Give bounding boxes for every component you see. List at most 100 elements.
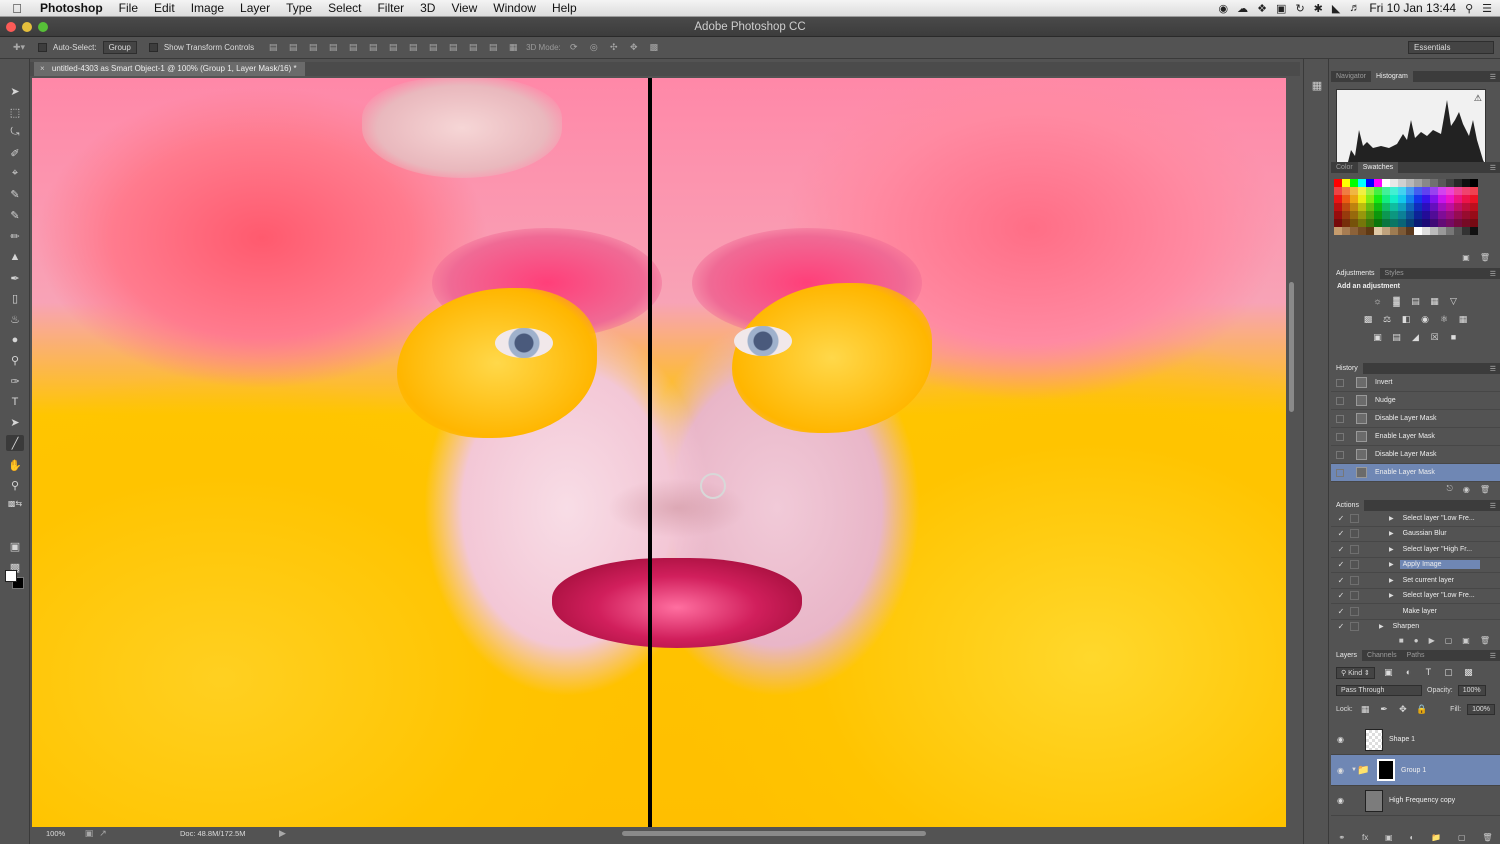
color-swatch[interactable] <box>1374 203 1382 211</box>
check-icon[interactable]: ✓ <box>1335 576 1347 585</box>
color-swatch[interactable] <box>1342 179 1350 187</box>
new-set-icon[interactable]: ▢ <box>1445 636 1453 645</box>
spotlight-search-icon[interactable]: ⚲ <box>1465 2 1473 15</box>
delete-layer-icon[interactable]: 🗑 <box>1482 833 1492 842</box>
color-swatch[interactable] <box>1470 203 1478 211</box>
action-item[interactable]: ✓▶Make layer <box>1331 604 1500 620</box>
color-swatch[interactable] <box>1358 211 1366 219</box>
panel-menu-icon[interactable]: ☰ <box>1490 652 1500 660</box>
tab-adjustments[interactable]: Adjustments <box>1331 268 1380 279</box>
hand-tool-icon[interactable]: ✋ <box>6 457 24 473</box>
pen-tool-icon[interactable]: ✑ <box>6 373 24 389</box>
color-swatch[interactable] <box>1390 227 1398 235</box>
color-swatch[interactable] <box>1462 227 1470 235</box>
check-icon[interactable]: ✓ <box>1335 591 1347 600</box>
minimize-window-button[interactable] <box>22 22 32 32</box>
color-swatch[interactable] <box>1334 203 1342 211</box>
expand-icon[interactable]: ▶ <box>1389 561 1394 568</box>
foreground-color-swatch[interactable] <box>5 570 17 582</box>
check-icon[interactable]: ✓ <box>1335 622 1347 631</box>
color-swatch[interactable] <box>1406 195 1414 203</box>
status-cloud-icon[interactable]: ☁ <box>1237 2 1248 15</box>
color-swatch[interactable] <box>1454 203 1462 211</box>
tab-paths[interactable]: Paths <box>1402 650 1430 661</box>
status-share-icon[interactable]: ↗ <box>96 828 110 840</box>
color-swatch[interactable] <box>1342 211 1350 219</box>
play-action-icon[interactable]: ▶ <box>1429 636 1435 645</box>
color-swatch[interactable] <box>1462 195 1470 203</box>
status-menu-arrow-icon[interactable]: ▶ <box>275 828 289 840</box>
history-item-selected[interactable]: Enable Layer Mask <box>1331 464 1500 482</box>
menu-help[interactable]: Help <box>544 1 585 15</box>
history-item[interactable]: Nudge <box>1331 392 1500 410</box>
panel-menu-icon[interactable]: ☰ <box>1490 270 1500 278</box>
color-swatch[interactable] <box>1366 227 1374 235</box>
color-swatch[interactable] <box>1334 187 1342 195</box>
properties-panel-icon[interactable]: ▦ <box>1309 79 1325 95</box>
color-swatch[interactable] <box>1390 195 1398 203</box>
lock-position-icon[interactable]: ✥ <box>1396 703 1409 716</box>
color-swatch[interactable] <box>1462 211 1470 219</box>
warning-icon[interactable]: ⚠ <box>1474 93 1482 104</box>
color-swatch[interactable] <box>1406 219 1414 227</box>
add-mask-icon[interactable]: ▣ <box>1385 833 1393 842</box>
filter-adjustment-icon[interactable]: ◐ <box>1402 666 1415 679</box>
color-swatch[interactable] <box>1350 219 1358 227</box>
color-swatch[interactable] <box>1430 187 1438 195</box>
color-swatch[interactable] <box>1438 187 1446 195</box>
menu-select[interactable]: Select <box>320 1 369 15</box>
channel-mixer-adjust-icon[interactable]: ⚛ <box>1438 313 1451 326</box>
default-colors-icon[interactable]: ▩⇆ <box>6 495 24 511</box>
color-swatch[interactable] <box>1398 179 1406 187</box>
notification-list-icon[interactable]: ☰ <box>1482 2 1492 15</box>
expand-icon[interactable]: ▶ <box>1389 546 1394 553</box>
line-tool-icon[interactable]: ╱ <box>6 435 24 451</box>
color-swatch[interactable] <box>1446 219 1454 227</box>
color-swatch[interactable] <box>1462 219 1470 227</box>
posterize-adjust-icon[interactable]: ▤ <box>1390 331 1403 344</box>
distribute-hcenter-icon[interactable]: ▤ <box>466 42 480 54</box>
color-swatch[interactable] <box>1398 203 1406 211</box>
color-swatch[interactable] <box>1382 211 1390 219</box>
action-item-selected[interactable]: ✓ ▶ Apply Image <box>1331 558 1500 573</box>
time-machine-icon[interactable]: ↻ <box>1295 2 1304 15</box>
auto-select-dropdown[interactable]: Group <box>102 41 137 54</box>
threshold-adjust-icon[interactable]: ◢ <box>1409 331 1422 344</box>
menu-app-photoshop[interactable]: Photoshop <box>34 1 111 15</box>
action-item[interactable]: ✓ ▶ Set current layer <box>1331 573 1500 589</box>
layer-row[interactable]: ◉ High Frequency copy <box>1331 786 1500 816</box>
quick-select-tool-icon[interactable]: ✐ <box>6 145 24 161</box>
color-swatch[interactable] <box>1446 203 1454 211</box>
color-swatch[interactable] <box>1414 219 1422 227</box>
new-group-icon[interactable]: 📁 <box>1431 833 1441 842</box>
color-swatch[interactable] <box>1390 211 1398 219</box>
tab-histogram[interactable]: Histogram <box>1370 71 1413 82</box>
check-icon[interactable]: ✓ <box>1335 529 1347 538</box>
menu-window[interactable]: Window <box>485 1 544 15</box>
color-swatch[interactable] <box>1358 219 1366 227</box>
color-swatch[interactable] <box>1350 227 1358 235</box>
color-swatch[interactable] <box>1374 211 1382 219</box>
color-swatch[interactable] <box>1382 219 1390 227</box>
color-swatch[interactable] <box>1374 219 1382 227</box>
color-swatch[interactable] <box>1470 187 1478 195</box>
tab-swatches[interactable]: Swatches <box>1357 162 1399 173</box>
color-swatch[interactable] <box>1422 211 1430 219</box>
document-canvas[interactable] <box>32 78 1286 827</box>
status-preview-icon[interactable]: ▣ <box>82 828 96 840</box>
tab-channels[interactable]: Channels <box>1362 650 1402 661</box>
color-swatch[interactable] <box>1358 195 1366 203</box>
delete-state-icon[interactable]: 🗑 <box>1480 485 1490 494</box>
close-window-button[interactable] <box>6 22 16 32</box>
check-icon[interactable]: ✓ <box>1335 545 1347 554</box>
document-tab[interactable]: × untitled-4303 as Smart Object-1 @ 100%… <box>34 62 305 76</box>
color-swatch[interactable] <box>1414 187 1422 195</box>
color-swatch[interactable] <box>1454 227 1462 235</box>
color-swatch[interactable] <box>1366 179 1374 187</box>
history-item[interactable]: Invert <box>1331 374 1500 392</box>
layer-row-selected[interactable]: ◉ ▼ 📁 Group 1 <box>1331 755 1500 786</box>
quick-mask-icon[interactable]: ▣ <box>6 538 24 554</box>
color-swatch[interactable] <box>1398 195 1406 203</box>
exposure-adjust-icon[interactable]: ▦ <box>1428 295 1441 308</box>
color-swatch[interactable] <box>1470 211 1478 219</box>
